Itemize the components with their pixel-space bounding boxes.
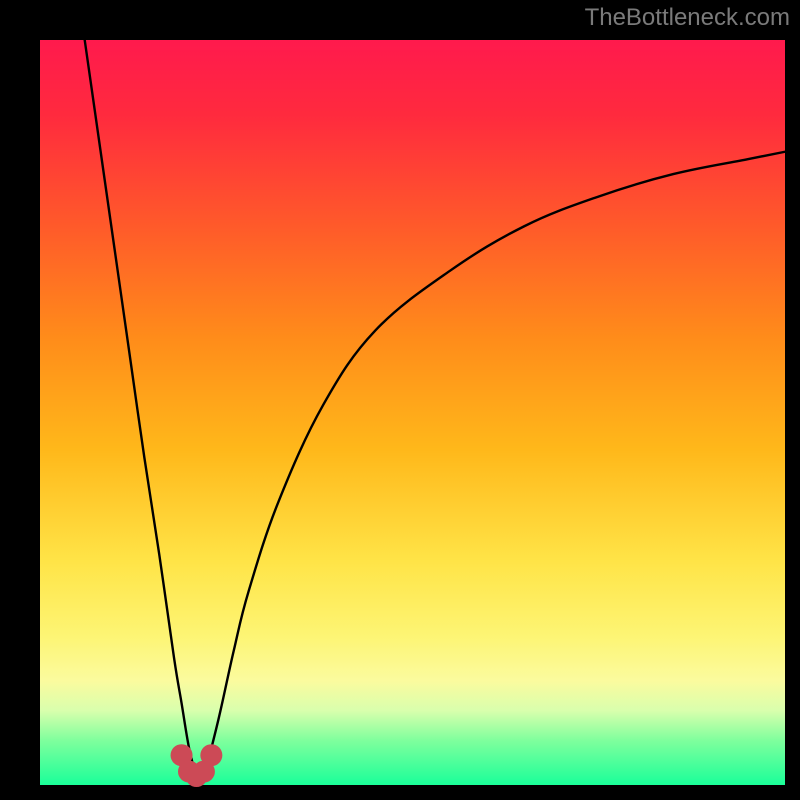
right-branch bbox=[204, 152, 785, 778]
left-branch bbox=[85, 40, 197, 778]
plot-area bbox=[40, 40, 785, 785]
watermark-text: TheBottleneck.com bbox=[585, 4, 790, 32]
plot-svg bbox=[40, 40, 785, 785]
curve-group bbox=[85, 40, 785, 778]
chart-frame: TheBottleneck.com bbox=[0, 0, 800, 800]
marker-cluster bbox=[171, 744, 223, 787]
marker-point bbox=[200, 744, 222, 766]
